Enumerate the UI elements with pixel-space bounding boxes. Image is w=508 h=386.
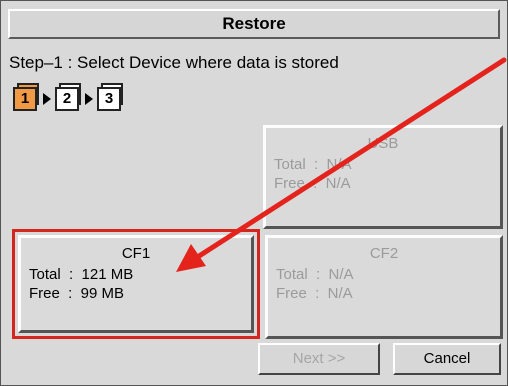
step-instruction: Step–1 : Select Device where data is sto… [9,53,339,72]
device-cf1-button[interactable]: CF1 Total : 121 MB Free : 99 MB [18,235,254,333]
device-cf2-name: CF2 [369,245,399,262]
device-cf1-free: Free : 99 MB [29,285,125,302]
device-cf1-name: CF1 [121,245,151,262]
device-cf2-button[interactable]: CF2 Total : N/A Free : N/A [265,235,503,339]
dialog-title: Restore [8,9,500,39]
device-usb-button[interactable]: USB Total : N/A Free : N/A [263,125,503,229]
step-3: 3 [97,83,125,111]
step-2-label: 2 [55,87,79,111]
step-indicator: 1 2 3 [13,83,183,123]
next-button[interactable]: Next >> [258,343,380,375]
device-cf2-total: Total : N/A [276,266,354,283]
device-usb-name: USB [367,135,399,152]
step-arrow-icon [43,93,51,105]
device-usb-total: Total : N/A [274,156,352,173]
device-cf1-total: Total : 121 MB [29,266,134,283]
restore-dialog: Restore Step–1 : Select Device where dat… [0,0,508,386]
cancel-button[interactable]: Cancel [393,343,501,375]
step-2: 2 [55,83,83,111]
step-arrow-icon [85,93,93,105]
step-3-label: 3 [97,87,121,111]
step-1: 1 [13,83,41,111]
device-cf2-free: Free : N/A [276,285,353,302]
device-usb-free: Free : N/A [274,175,351,192]
step-1-label: 1 [13,87,37,111]
